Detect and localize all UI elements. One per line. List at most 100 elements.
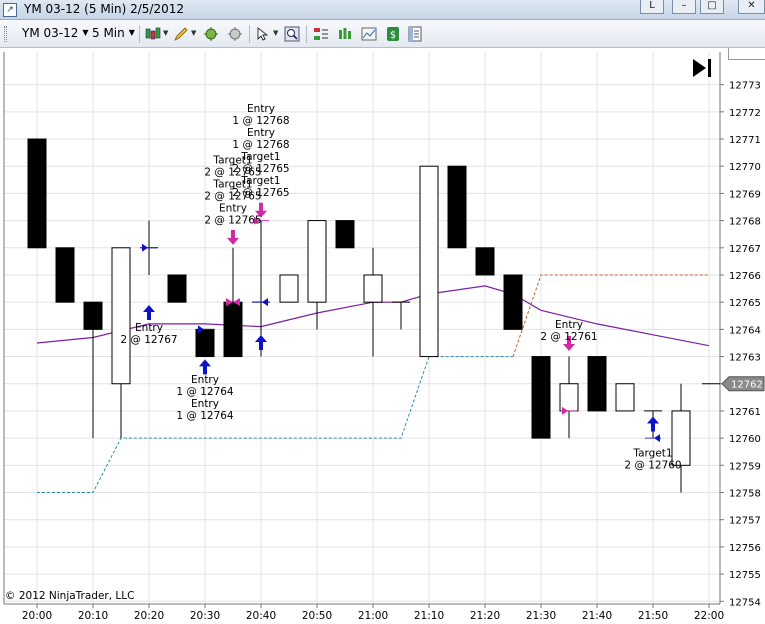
- y-tick-label: 12768: [729, 217, 761, 228]
- y-tick-label: 12773: [729, 81, 761, 92]
- candle-up: [307, 220, 327, 303]
- instrument-label: YM 03-12: [22, 26, 79, 40]
- candle-up: [419, 165, 439, 358]
- bar-style-icon[interactable]: [144, 25, 162, 43]
- close-button[interactable]: ✕: [738, 0, 765, 14]
- execution-label: 1 @ 12764: [176, 410, 234, 422]
- chevron-down-icon[interactable]: ▼: [163, 29, 168, 37]
- x-tick-label: 20:00: [22, 610, 52, 622]
- execution-label: Entry: [555, 319, 583, 331]
- price-marker-icon-svg: $: [387, 27, 399, 41]
- x-tick-label: 22:00: [694, 610, 724, 622]
- y-tick-label: 12761: [729, 407, 761, 418]
- execution-label: 2 @ 12767: [120, 334, 177, 346]
- y-tick-label: 12763: [729, 353, 761, 364]
- restore-button[interactable]: L: [640, 0, 664, 14]
- execution-marker-up-arrow: [143, 305, 155, 321]
- y-tick-label: 12756: [729, 543, 761, 554]
- draw-pencil-icon[interactable]: [172, 25, 190, 43]
- y-tick-label: 12764: [729, 325, 761, 336]
- profit-target-line: [512, 274, 709, 357]
- y-tick-label: 12767: [729, 244, 761, 255]
- price-chart[interactable]: Entry2 @ 12767Entry1 @ 12764Entry1 @ 127…: [0, 48, 765, 624]
- execution-label: 1 @ 12764: [176, 386, 234, 398]
- strategy-icon[interactable]: [226, 25, 244, 43]
- grid-layer: [4, 52, 720, 604]
- execution-label: Entry: [247, 103, 275, 115]
- candle-down: [503, 274, 523, 330]
- chevron-down-icon: ▼: [82, 28, 89, 37]
- execution-marker-up-arrow: [647, 416, 659, 432]
- maximize-button[interactable]: □: [700, 0, 724, 14]
- x-tick-label: 21:10: [414, 610, 444, 622]
- execution-label: 1 @ 12768: [232, 115, 289, 127]
- candle-up: [615, 383, 635, 412]
- skip-to-end-icon[interactable]: [693, 59, 711, 77]
- execution-label: Entry: [191, 398, 219, 410]
- title-bar: ↗ YM 03-12 (5 Min) 2/5/2012 L – □ ✕: [0, 0, 765, 20]
- execution-marker-up-arrow: [199, 359, 211, 375]
- zoom-icon[interactable]: [283, 25, 301, 43]
- execution-label: Target1: [240, 175, 280, 187]
- chevron-down-icon[interactable]: ▼: [191, 29, 196, 37]
- properties-icon-svg: [408, 26, 422, 42]
- minimize-button[interactable]: –: [672, 0, 696, 14]
- chart-toolbar: YM 03-12 ▼ 5 Min ▼ ▼ ▼ ▼ $: [0, 20, 765, 48]
- candle-down: [55, 247, 75, 303]
- x-tick-label: 20:40: [246, 610, 276, 622]
- y-tick-label: 12760: [729, 434, 761, 445]
- interval-dropdown[interactable]: 5 Min ▼: [92, 26, 135, 40]
- zoom-icon-svg: [284, 26, 300, 42]
- candle-down: [167, 274, 187, 303]
- strategy-icon-svg: [228, 27, 242, 41]
- execution-label: Target1: [240, 151, 280, 163]
- execution-label: 2 @ 12765: [204, 214, 261, 226]
- x-tick-label: 20:10: [78, 610, 108, 622]
- y-tick-label: 12772: [729, 108, 761, 119]
- chevron-down-icon: ▼: [128, 28, 135, 37]
- pointer-icon[interactable]: [254, 25, 272, 43]
- candle-up: [671, 410, 691, 466]
- y-tick-label: 12759: [729, 461, 761, 472]
- orders-panel-icon[interactable]: [312, 25, 330, 43]
- app-chart-icon: ↗: [3, 3, 17, 17]
- properties-icon[interactable]: [406, 25, 424, 43]
- candle-down: [195, 328, 215, 358]
- copyright-text: © 2012 NinjaTrader, LLC: [5, 590, 134, 602]
- execution-label: Entry: [247, 127, 275, 139]
- y-tick-label: 12758: [729, 489, 761, 500]
- x-tick-label: 21:20: [470, 610, 500, 622]
- y-tick-label: 12770: [729, 162, 761, 173]
- instrument-dropdown[interactable]: YM 03-12 ▼: [22, 26, 89, 40]
- candle-down: [587, 356, 607, 412]
- execution-marker-up-arrow: [255, 334, 267, 350]
- candle-down: [447, 165, 467, 249]
- execution-label: Target1: [632, 447, 672, 459]
- y-tick-label: 12769: [729, 189, 761, 200]
- execution-label: Entry: [135, 322, 163, 334]
- candle-down: [475, 247, 495, 276]
- window-title: YM 03-12 (5 Min) 2/5/2012: [24, 2, 184, 16]
- candle-down: [335, 220, 355, 249]
- candle-down: [531, 356, 551, 439]
- last-price-label: 12762: [731, 380, 763, 391]
- add-indicator-icon[interactable]: [202, 25, 220, 43]
- x-tick-label: 20:30: [190, 610, 220, 622]
- chevron-down-icon[interactable]: ▼: [273, 29, 278, 37]
- execution-label: Entry: [191, 374, 219, 386]
- toolbar-grip[interactable]: [4, 26, 7, 42]
- candle-up: [111, 247, 131, 385]
- pointer-icon-svg: [257, 27, 269, 41]
- x-tick-label: 21:30: [526, 610, 556, 622]
- data-box-icon[interactable]: [360, 25, 378, 43]
- y-tick-label: 12766: [729, 271, 761, 282]
- y-tick-label: 12771: [729, 135, 761, 146]
- candle-down: [27, 138, 47, 249]
- price-marker-icon[interactable]: $: [384, 25, 402, 43]
- interval-label: 5 Min: [92, 26, 125, 40]
- candle-up: [363, 274, 383, 303]
- orders-panel-icon-svg: [314, 28, 328, 40]
- y-tick-label: 12755: [729, 570, 761, 581]
- x-tick-label: 20:50: [302, 610, 332, 622]
- chart-trader-icon[interactable]: [336, 25, 354, 43]
